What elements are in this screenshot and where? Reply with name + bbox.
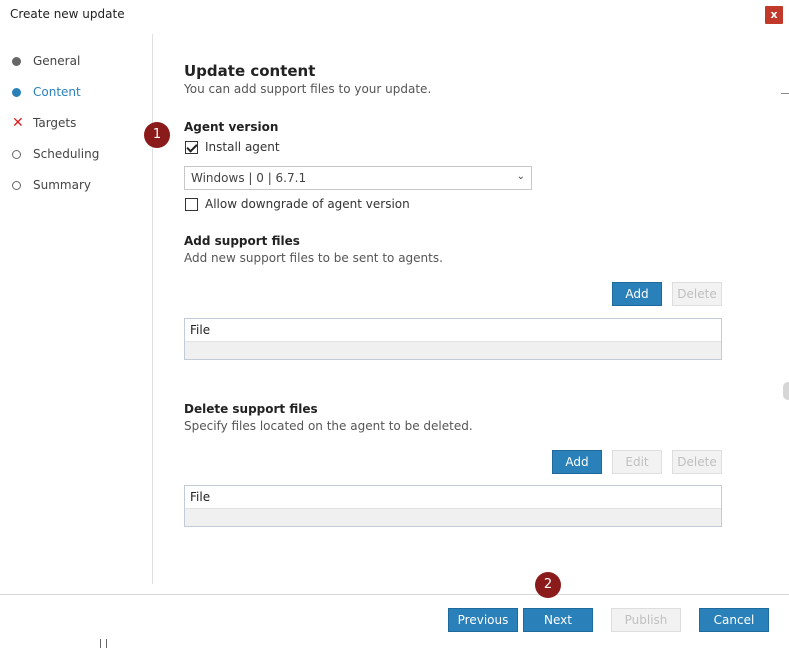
window-title: Create new update — [10, 7, 125, 21]
add-delete-file-button[interactable]: Add — [552, 450, 602, 474]
delete-support-heading: Delete support files — [184, 402, 318, 416]
nav-item-content[interactable]: Content — [12, 82, 81, 102]
footer-divider — [0, 594, 789, 595]
nav-item-label: Content — [33, 85, 81, 99]
nav-item-label: Scheduling — [33, 147, 100, 161]
table-row — [185, 342, 721, 359]
file-column-header[interactable]: File — [185, 319, 721, 342]
nav-item-general[interactable]: General — [12, 51, 80, 71]
add-support-file-button[interactable]: Add — [612, 282, 662, 306]
nav-item-label: General — [33, 54, 81, 68]
nav-item-label: Targets — [33, 116, 77, 130]
table-row — [185, 509, 721, 526]
scroll-indicator — [781, 93, 789, 94]
error-x-icon: ✕ — [12, 115, 24, 131]
nav-item-scheduling[interactable]: Scheduling — [12, 144, 99, 164]
previous-button[interactable]: Previous — [448, 608, 518, 632]
allow-downgrade-label: Allow downgrade of agent version — [205, 197, 410, 211]
delete-support-file-button[interactable]: Delete — [672, 282, 722, 306]
add-support-description: Add new support files to be sent to agen… — [184, 251, 443, 265]
callout-badge-2: 2 — [535, 572, 561, 598]
allow-downgrade-checkbox[interactable] — [185, 197, 198, 211]
nav-item-targets[interactable]: ✕ Targets — [12, 113, 76, 133]
install-agent-label: Install agent — [205, 140, 280, 154]
text-cursor-icon — [100, 639, 107, 648]
publish-button[interactable]: Publish — [611, 608, 681, 632]
scrollbar-thumb[interactable] — [783, 382, 789, 400]
allow-downgrade-row: Allow downgrade of agent version — [185, 197, 410, 211]
remove-delete-file-button[interactable]: Delete — [672, 450, 722, 474]
delete-support-description: Specify files located on the agent to be… — [184, 419, 473, 433]
add-support-files-table: File — [184, 318, 722, 360]
page-title: Update content — [184, 62, 316, 80]
close-button[interactable]: x — [765, 6, 783, 24]
chevron-down-icon: ⌄ — [516, 171, 525, 182]
pending-circle-icon — [12, 149, 26, 159]
next-button[interactable]: Next — [523, 608, 593, 632]
active-dot-icon — [12, 87, 26, 97]
complete-dot-icon — [12, 56, 26, 66]
file-column-header[interactable]: File — [185, 486, 721, 509]
cancel-button[interactable]: Cancel — [699, 608, 769, 632]
callout-badge-1: 1 — [144, 122, 170, 148]
agent-version-select[interactable]: Windows | 0 | 6.7.1 ⌄ — [184, 166, 532, 190]
sidebar-divider — [152, 34, 153, 584]
agent-version-value: Windows | 0 | 6.7.1 — [191, 171, 307, 185]
install-agent-row: Install agent — [185, 140, 280, 154]
delete-support-files-table: File — [184, 485, 722, 527]
edit-delete-file-button[interactable]: Edit — [612, 450, 662, 474]
install-agent-checkbox[interactable] — [185, 140, 198, 154]
add-support-heading: Add support files — [184, 234, 300, 248]
agent-version-heading: Agent version — [184, 120, 279, 134]
nav-item-label: Summary — [33, 178, 91, 192]
pending-circle-icon — [12, 180, 26, 190]
page-subtitle: You can add support files to your update… — [184, 82, 432, 96]
nav-item-summary[interactable]: Summary — [12, 175, 91, 195]
